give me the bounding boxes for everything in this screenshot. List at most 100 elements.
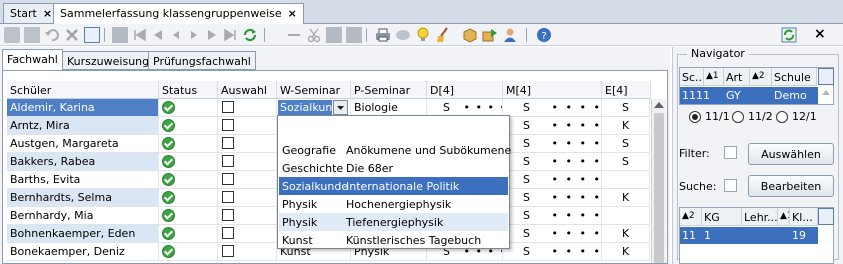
- column-header-p-seminar[interactable]: P-Seminar: [351, 81, 427, 99]
- scroll-up-icon[interactable]: [654, 102, 664, 108]
- save-icon[interactable]: [24, 27, 40, 43]
- radio-11-2[interactable]: [732, 111, 744, 123]
- m4-cell[interactable]: S • • • •: [503, 189, 602, 206]
- w-seminar-select[interactable]: Sozialkunde: [278, 100, 332, 115]
- close-icon[interactable]: ×: [43, 7, 52, 20]
- column-header-kl[interactable]: Kl...: [790, 208, 818, 226]
- new-icon[interactable]: [4, 27, 20, 43]
- tab-sammelerfassung[interactable]: Sammelerfassung klassengruppenweise ×: [53, 3, 304, 24]
- m4-cell[interactable]: S • • • •: [503, 135, 602, 152]
- e4-cell[interactable]: K: [602, 225, 650, 242]
- column-header-m4[interactable]: M[4]: [503, 81, 602, 99]
- e4-cell[interactable]: K: [602, 189, 650, 206]
- e4-cell[interactable]: S: [602, 135, 650, 152]
- tab-kurszuweisung[interactable]: Kurszuweisung: [62, 51, 155, 70]
- auswahl-checkbox[interactable]: [222, 173, 234, 185]
- bulb-icon[interactable]: [415, 27, 431, 43]
- column-header-auswahl[interactable]: Auswahl: [218, 81, 277, 99]
- export-icon[interactable]: [482, 27, 498, 43]
- filter-checkbox[interactable]: [724, 146, 737, 159]
- dropdown-option[interactable]: Geschichte Die 68er: [279, 159, 508, 177]
- previous-icon[interactable]: [168, 27, 184, 43]
- form-icon[interactable]: [84, 27, 100, 43]
- dropdown-option[interactable]: [279, 117, 508, 135]
- e4-cell[interactable]: [602, 171, 650, 188]
- previous-record-icon[interactable]: [150, 27, 166, 43]
- dropdown-option[interactable]: Physik Hochenergiephysik: [279, 195, 508, 213]
- grid-scrollbar[interactable]: [651, 99, 666, 263]
- auswahl-checkbox[interactable]: [222, 137, 234, 149]
- column-header-status[interactable]: Status: [159, 81, 218, 99]
- preview-icon[interactable]: [395, 27, 411, 43]
- e4-cell[interactable]: K: [602, 117, 650, 134]
- dropdown-arrow-icon[interactable]: [333, 100, 348, 115]
- delete-icon[interactable]: [64, 27, 80, 43]
- radio-11-1[interactable]: [689, 111, 701, 123]
- column-header-w-seminar[interactable]: W-Seminar: [277, 81, 351, 99]
- copy-icon[interactable]: [326, 27, 342, 43]
- m4-cell[interactable]: S • • • •: [503, 171, 602, 188]
- sort-indicator[interactable]: ▲2: [750, 68, 772, 86]
- m4-cell[interactable]: S • • • •: [503, 225, 602, 242]
- auswahl-checkbox[interactable]: [222, 191, 234, 203]
- group-class[interactable]: 19: [778, 227, 818, 244]
- minus-icon[interactable]: [286, 27, 302, 43]
- auswahl-checkbox[interactable]: [222, 227, 234, 239]
- help-icon[interactable]: ?: [536, 27, 552, 43]
- column-header-art[interactable]: Art: [724, 68, 750, 86]
- sort-indicator[interactable]: ▲1: [704, 68, 724, 86]
- column-header-kg[interactable]: KG: [702, 208, 742, 226]
- package-icon[interactable]: [462, 27, 478, 43]
- scroll-up-icon[interactable]: [822, 90, 830, 95]
- school-number[interactable]: 1111: [680, 87, 724, 104]
- column-header-d4[interactable]: D[4]: [427, 81, 503, 99]
- group-kg-number[interactable]: 11: [680, 227, 702, 244]
- user-icon[interactable]: [502, 27, 518, 43]
- m4-cell[interactable]: S • • • •: [503, 207, 602, 224]
- tab-fachwahl[interactable]: Fachwahl: [2, 49, 63, 70]
- tab-pruefungsfachwahl[interactable]: Prüfungsfachwahl: [148, 51, 256, 70]
- auswahl-checkbox[interactable]: [222, 119, 234, 131]
- e4-cell[interactable]: S: [602, 99, 650, 116]
- column-header-sc[interactable]: Sc...: [680, 68, 704, 86]
- auswahl-checkbox[interactable]: [222, 101, 234, 113]
- tab-start[interactable]: Start ×: [3, 3, 60, 23]
- auswahl-checkbox[interactable]: [222, 209, 234, 221]
- window-close-icon[interactable]: ×: [814, 27, 830, 43]
- first-record-icon[interactable]: [132, 27, 148, 43]
- p-seminar-cell[interactable]: Biologie: [351, 99, 427, 116]
- m4-cell[interactable]: S • • • •: [503, 117, 602, 134]
- sort-indicator[interactable]: ▲2: [680, 208, 702, 226]
- search-checkbox[interactable]: [724, 179, 737, 192]
- next-icon[interactable]: [186, 27, 202, 43]
- column-chooser-icon[interactable]: [818, 68, 834, 85]
- school-name[interactable]: Demo: [772, 87, 818, 104]
- m4-cell[interactable]: S • • • •: [503, 99, 602, 116]
- grid-icon[interactable]: [112, 27, 128, 43]
- group-id[interactable]: 1: [702, 227, 778, 244]
- e4-cell[interactable]: S: [602, 153, 650, 170]
- radio-12-1[interactable]: [776, 111, 788, 123]
- m4-cell[interactable]: S • • • •: [503, 243, 602, 260]
- e4-cell[interactable]: [602, 207, 650, 224]
- d4-cell[interactable]: S • • • •: [427, 99, 503, 116]
- column-chooser-icon[interactable]: [818, 208, 834, 225]
- undo-icon[interactable]: [44, 27, 60, 43]
- e4-cell[interactable]: K: [602, 243, 650, 260]
- column-header-schueler[interactable]: Schüler: [7, 81, 159, 99]
- m4-cell[interactable]: S • • • •: [503, 153, 602, 170]
- column-header-lehrer[interactable]: Lehr...: [742, 208, 778, 226]
- clean-icon[interactable]: [435, 27, 451, 43]
- auswahl-checkbox[interactable]: [222, 155, 234, 167]
- school-type[interactable]: GY: [724, 87, 772, 104]
- sort-indicator[interactable]: ▲1: [778, 208, 790, 226]
- last-record-icon[interactable]: [222, 27, 238, 43]
- scroll-thumb[interactable]: [654, 113, 664, 263]
- bearbeiten-button[interactable]: Bearbeiten: [748, 175, 834, 197]
- paste-icon[interactable]: [346, 27, 362, 43]
- dropdown-option[interactable]: Physik Tiefenergiephysik: [279, 213, 508, 231]
- column-header-schule[interactable]: Schule: [772, 68, 817, 86]
- dropdown-option-selected[interactable]: Sozialkunde Internationale Politik: [279, 177, 508, 195]
- auswaehlen-button[interactable]: Auswählen: [748, 143, 834, 165]
- auswahl-checkbox[interactable]: [222, 245, 234, 257]
